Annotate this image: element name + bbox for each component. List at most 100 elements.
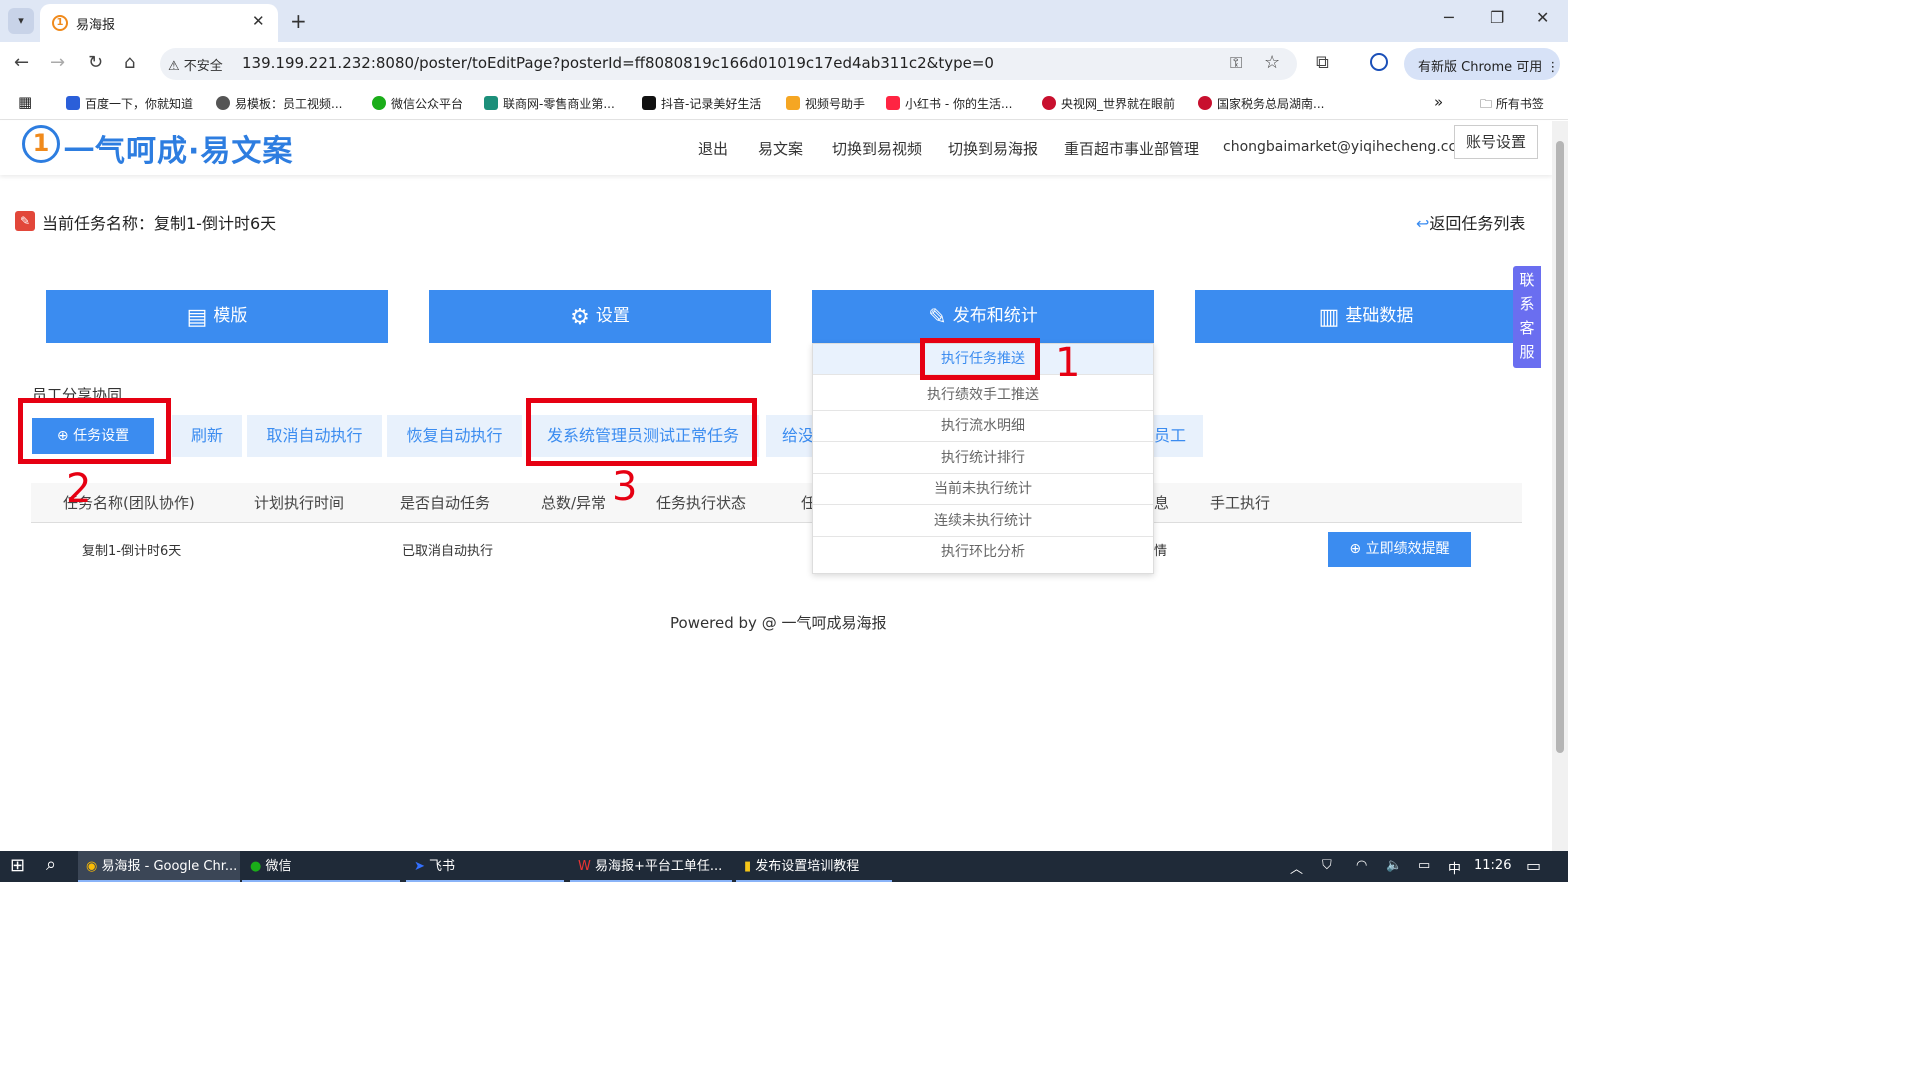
home-icon[interactable]: ⌂: [124, 52, 135, 73]
apps-grid-icon[interactable]: ▦: [18, 93, 32, 111]
bookmark-item[interactable]: 抖音-记录美好生活: [642, 95, 761, 112]
row-auto-status: 已取消自动执行: [402, 544, 494, 559]
more-bookmarks-icon[interactable]: »: [1434, 93, 1443, 111]
menu-item-consecutive-unexec[interactable]: 连续未执行统计: [813, 506, 1153, 537]
account-settings-button[interactable]: 账号设置: [1454, 125, 1538, 159]
tray-chevron-icon[interactable]: ︿: [1290, 858, 1303, 877]
resume-auto-exec-button[interactable]: 恢复自动执行: [387, 415, 522, 457]
omnibox[interactable]: ⚠ 不安全 139.199.221.232:8080/poster/toEdit…: [160, 48, 1297, 80]
password-key-icon[interactable]: ⚿: [1230, 53, 1242, 73]
all-bookmarks-label: 所有书签: [1495, 97, 1544, 111]
bookmark-item[interactable]: 视频号助手: [786, 95, 865, 112]
extensions-puzzle-icon[interactable]: ⧉: [1316, 52, 1329, 73]
publish-stats-button[interactable]: ✎ 发布和统计: [812, 290, 1154, 343]
menu-item-period-analysis[interactable]: 执行环比分析: [813, 537, 1153, 568]
minimize-icon[interactable]: ─: [1444, 8, 1454, 27]
col-total-abnormal: 总数/异常: [541, 494, 607, 512]
security-shield-icon[interactable]: ⛉: [1322, 858, 1332, 873]
nav-logout[interactable]: 退出: [698, 138, 728, 159]
settings-button[interactable]: ⚙ 设置: [429, 290, 771, 343]
scrollbar-thumb[interactable]: [1556, 141, 1564, 753]
taskbar-app-chrome[interactable]: ◉ 易海报 - Google Chr...: [78, 851, 240, 882]
nav-account-email[interactable]: chongbaimarket@yiqihecheng.cc: [1223, 139, 1456, 155]
bookmark-item[interactable]: 微信公众平台: [372, 95, 463, 112]
bookmark-star-icon[interactable]: ☆: [1264, 52, 1280, 73]
cancel-auto-exec-button[interactable]: 取消自动执行: [247, 415, 382, 457]
clock-time[interactable]: 11:26: [1474, 858, 1511, 873]
plus-circle-icon: ⊕: [1349, 541, 1366, 557]
base-data-button[interactable]: ▥ 基础数据: [1195, 290, 1537, 343]
linkshop-icon: [484, 96, 498, 110]
taskbar-app-feishu[interactable]: ➤ 飞书: [406, 851, 564, 882]
bookmark-item[interactable]: 国家税务总局湖南...: [1198, 95, 1324, 112]
bookmark-item[interactable]: 易模板：员工视频...: [216, 95, 342, 112]
page-scrollbar[interactable]: [1552, 121, 1568, 851]
template-button[interactable]: ▤ 模版: [46, 290, 388, 343]
col-is-auto: 是否自动任务: [400, 494, 491, 512]
bookmark-item[interactable]: 小红书 - 你的生活...: [886, 95, 1012, 112]
refresh-button[interactable]: 刷新: [172, 415, 242, 457]
back-arrow-icon[interactable]: ←: [14, 52, 29, 73]
bookmark-label: 视频号助手: [805, 97, 866, 111]
menu-item-exec-ranking[interactable]: 执行统计排行: [813, 443, 1153, 474]
col-plan-time: 计划执行时间: [254, 494, 345, 512]
all-bookmarks-button[interactable]: 🗀 所有书签: [1480, 95, 1544, 116]
ime-indicator[interactable]: 中: [1448, 858, 1461, 877]
volume-muted-icon[interactable]: 🔈: [1386, 858, 1402, 873]
baidu-paw-icon: [66, 96, 80, 110]
logo-mark: 1: [22, 125, 60, 163]
nav-yiwenan[interactable]: 易文案: [758, 138, 803, 159]
profile-avatar-icon[interactable]: [1370, 53, 1388, 71]
taskbar-app-label: 易海报 - Google Chr...: [101, 859, 238, 874]
taskbar-app-wps[interactable]: W 易海报+平台工单任...: [570, 851, 732, 882]
tab-search-button[interactable]: ▾: [8, 8, 34, 34]
bookmark-label: 微信公众平台: [391, 97, 464, 111]
row-detail-partial[interactable]: 情: [1154, 540, 1167, 559]
tab-title: 易海报: [76, 18, 116, 33]
nav-dept-management[interactable]: 重百超市事业部管理: [1064, 138, 1199, 159]
chrome-update-button[interactable]: 有新版 Chrome 可用 ⋮: [1404, 48, 1560, 80]
tab-close-icon[interactable]: ✕: [252, 12, 265, 30]
give-staff-button-partial[interactable]: 给没: [766, 415, 816, 457]
bookmark-label: 易模板：员工视频...: [235, 97, 343, 111]
bookmark-label: 小红书 - 你的生活...: [905, 97, 1013, 111]
window-close-icon[interactable]: ✕: [1536, 8, 1549, 27]
reload-icon[interactable]: ↻: [88, 52, 103, 73]
forward-arrow-icon[interactable]: →: [50, 52, 65, 73]
instant-remind-button[interactable]: ⊕ 立即绩效提醒: [1328, 532, 1471, 567]
table-divider: [31, 522, 1522, 523]
search-icon[interactable]: ⌕: [46, 854, 56, 875]
nav-switch-poster[interactable]: 切换到易海报: [948, 138, 1038, 159]
annotation-label-2: 2: [66, 466, 92, 512]
url-text[interactable]: 139.199.221.232:8080/poster/toEditPage?p…: [242, 54, 994, 72]
wechat-icon: [372, 96, 386, 110]
bookmark-item[interactable]: 百度一下，你就知道: [66, 95, 193, 112]
col-exec-status: 任务执行状态: [656, 494, 747, 512]
update-label: 有新版 Chrome 可用: [1418, 60, 1543, 75]
bookmark-label: 央视网_世界就在眼前: [1061, 97, 1176, 111]
bookmark-item[interactable]: 央视网_世界就在眼前: [1042, 95, 1175, 112]
back-to-task-list-link[interactable]: ↩返回任务列表: [1416, 210, 1525, 234]
not-secure-indicator[interactable]: ⚠ 不安全: [168, 55, 223, 74]
bookmark-label: 联商网-零售商业第...: [503, 97, 615, 111]
browser-tab-active[interactable]: 1 易海报 ✕: [40, 4, 278, 42]
network-icon[interactable]: ◠: [1356, 858, 1367, 873]
menu-item-exec-flow-detail[interactable]: 执行流水明细: [813, 411, 1153, 442]
publish-stats-button-label: 发布和统计: [952, 306, 1038, 326]
taskbar-app-label: 发布设置培训教程: [755, 859, 860, 874]
edit-icon: ✎: [928, 305, 947, 330]
not-secure-label: 不安全: [183, 59, 223, 74]
taskbar-app-doc[interactable]: ▮ 发布设置培训教程: [736, 851, 892, 882]
windows-start-icon[interactable]: ⊞: [10, 855, 25, 876]
bookmark-item[interactable]: 联商网-零售商业第...: [484, 95, 615, 112]
taskbar-app-wechat[interactable]: ● 微信: [242, 851, 400, 882]
nav-switch-video[interactable]: 切换到易视频: [832, 138, 922, 159]
menu-item-current-unexec[interactable]: 当前未执行统计: [813, 474, 1153, 505]
battery-icon[interactable]: ▭: [1418, 858, 1430, 873]
notification-icon[interactable]: ▭: [1526, 856, 1541, 875]
new-tab-button[interactable]: +: [290, 9, 307, 33]
staff-button-partial[interactable]: 员工: [1148, 415, 1203, 457]
restore-icon[interactable]: ❐: [1490, 8, 1504, 27]
menu-item-manual-perf-push[interactable]: 执行绩效手工推送: [813, 380, 1153, 411]
contact-service-tab[interactable]: 联系客服: [1513, 266, 1541, 368]
